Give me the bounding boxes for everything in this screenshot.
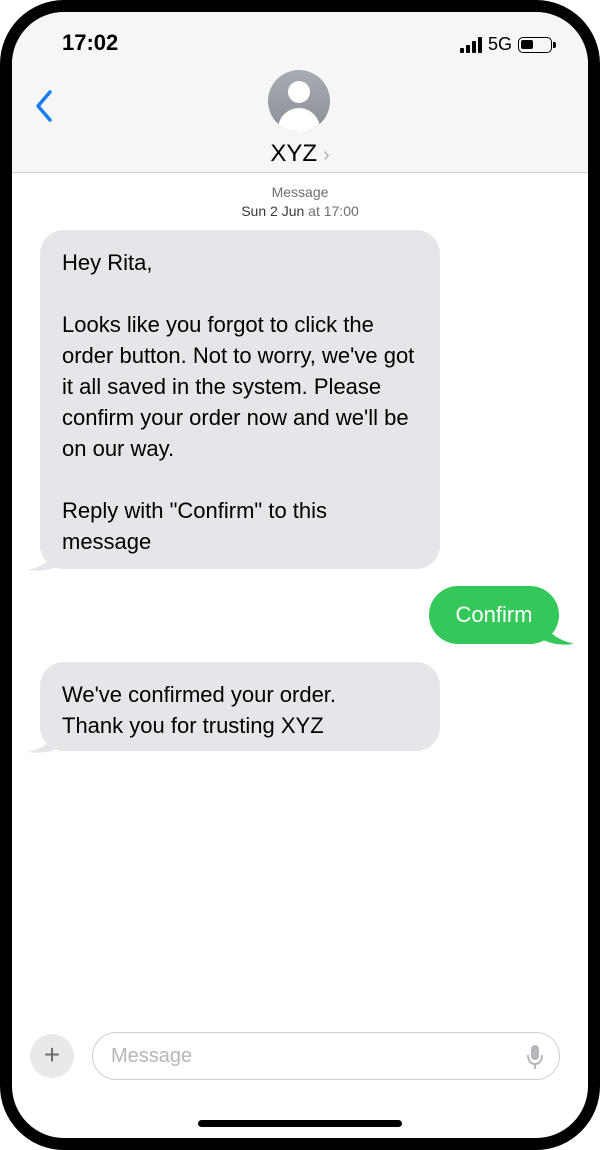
message-bubble-incoming[interactable]: We've confirmed your order. Thank you fo… [40,662,440,751]
message-time: at 17:00 [308,203,359,219]
message-day: Sun 2 Jun [241,203,305,219]
phone-frame: 17:02 5G XYZ › Message Sun 2 Jun at 17:00 [0,0,600,1150]
person-silhouette-icon [288,81,310,103]
chevron-right-icon: › [323,144,330,166]
message-bubble-incoming[interactable]: Hey Rita, Looks like you forgot to click… [40,230,440,569]
conversation-header: 17:02 5G XYZ › [12,12,588,173]
contact-name: XYZ [270,140,317,167]
contact-avatar[interactable] [268,70,330,132]
message-timestamp: Sun 2 Jun at 17:00 [12,203,588,219]
status-time: 17:02 [62,30,119,55]
network-label: 5G [487,34,512,54]
contact-name-button[interactable]: XYZ › [12,140,588,168]
battery-icon [518,36,556,53]
message-placeholder: Message [111,1045,193,1067]
message-bubble-outgoing[interactable]: Confirm [429,586,559,644]
add-attachment-button[interactable]: + [30,1034,74,1078]
message-meta-label: Message [271,184,329,200]
home-indicator[interactable] [198,1120,402,1127]
back-button[interactable] [30,84,60,128]
chevron-left-icon [36,90,52,122]
message-input[interactable]: Message [92,1032,560,1080]
signal-icon [459,36,482,53]
message-composer: + Message [30,1032,570,1082]
status-icons: 5G [459,34,556,55]
microphone-icon[interactable] [525,1043,545,1071]
